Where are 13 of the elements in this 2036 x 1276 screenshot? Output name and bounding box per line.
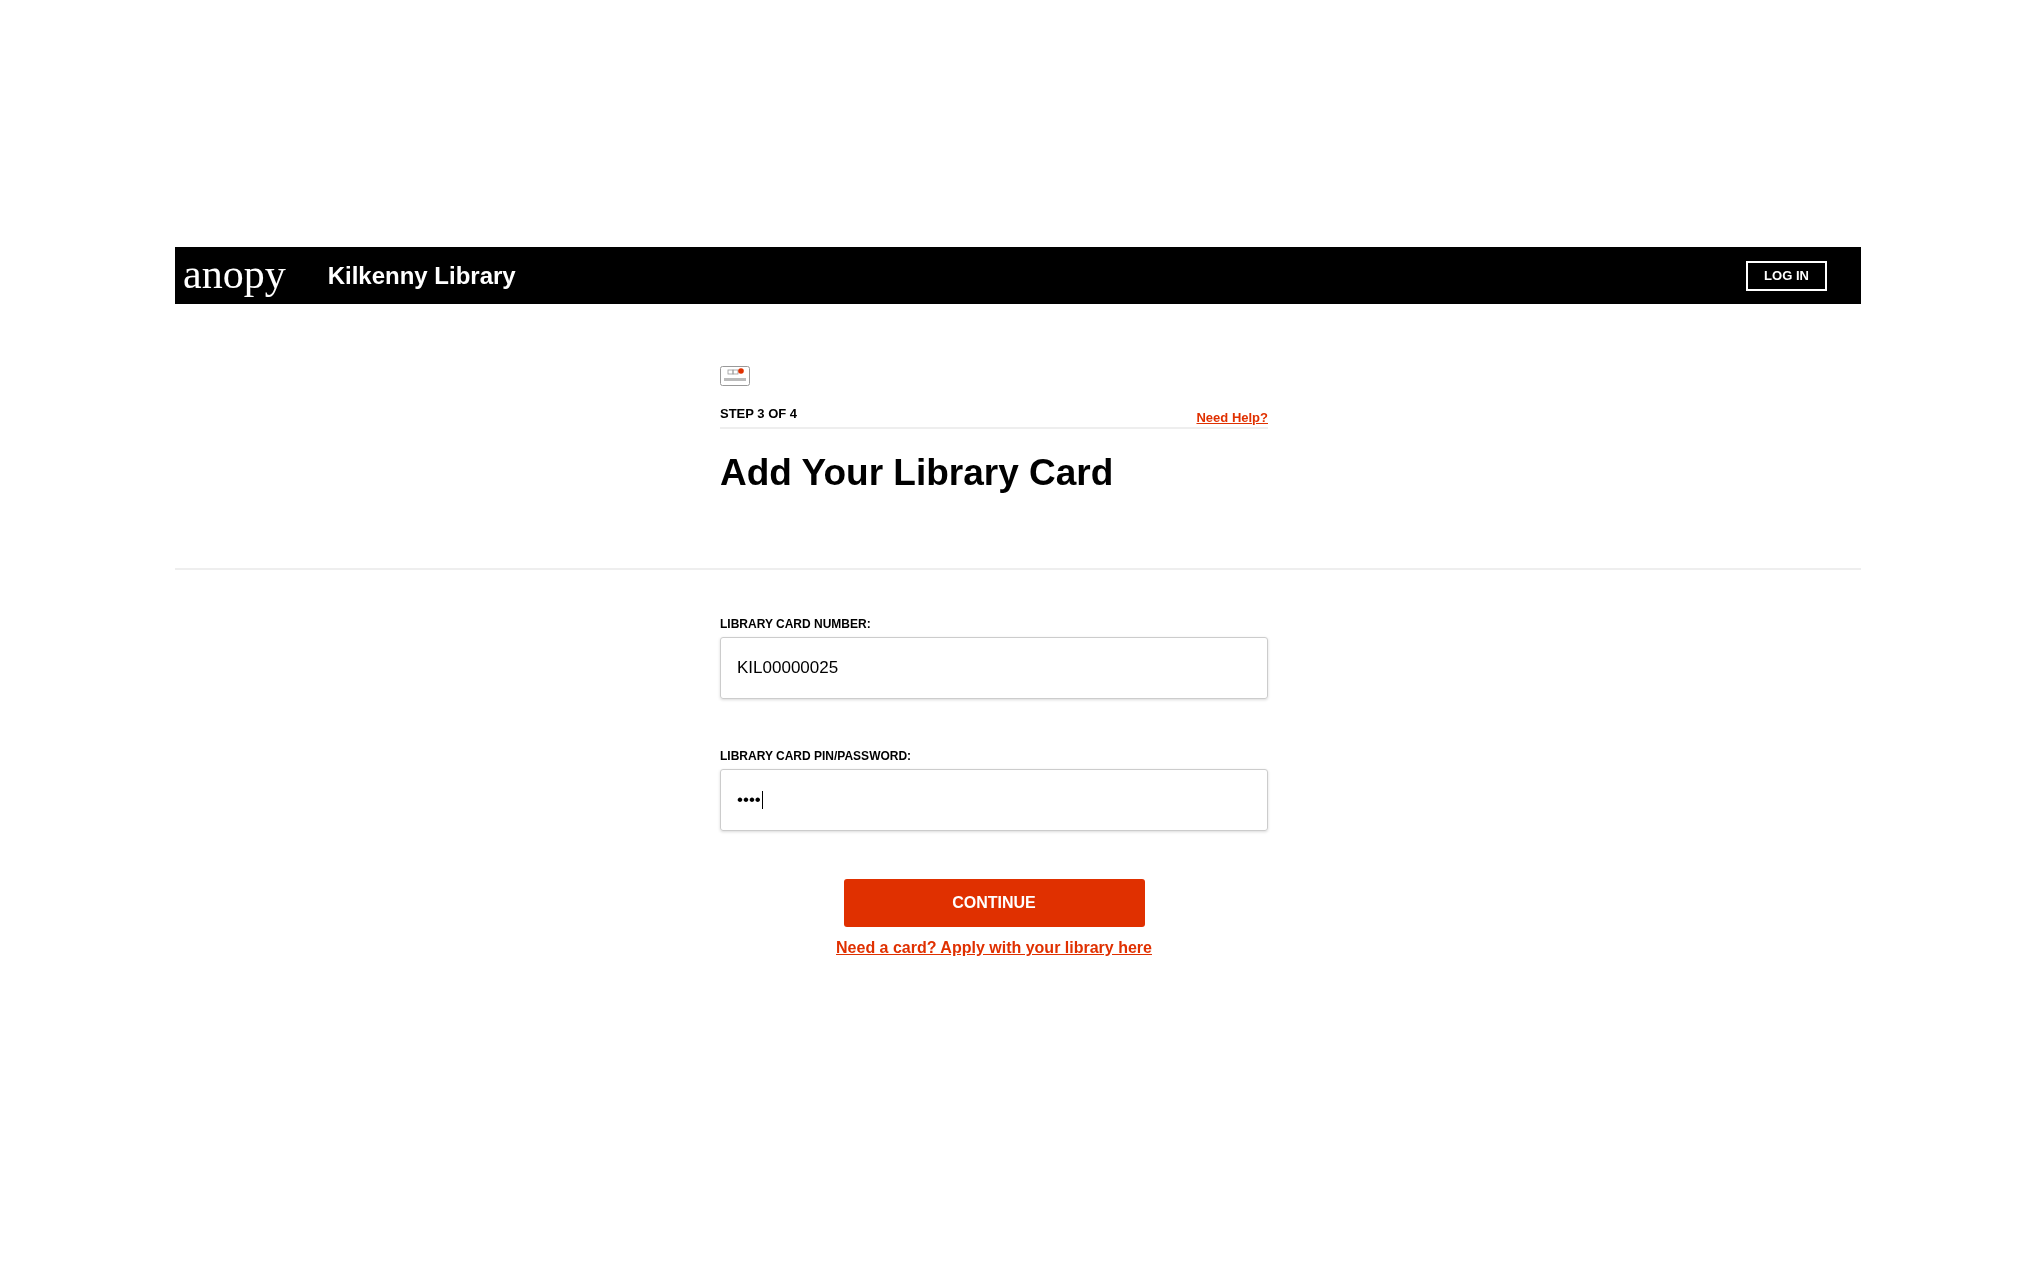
field-label: LIBRARY CARD PIN/PASSWORD: — [720, 748, 913, 763]
continue-button[interactable]: CONTINUE — [843, 878, 1145, 927]
logo[interactable]: anopy — [183, 252, 286, 295]
need-help-link[interactable]: Need Help? — [1196, 410, 1268, 425]
step-indicator: STEP 3 OF 4 — [720, 406, 798, 421]
field-label: LIBRARY CARD NUMBER: — [720, 616, 872, 631]
input-field[interactable]: •••• — [720, 768, 1268, 831]
input-field[interactable]: KIL00000025 — [720, 636, 1268, 699]
page-title: Add Your Library Card — [720, 451, 1115, 495]
login-button[interactable]: LOG IN — [1746, 260, 1827, 291]
library-card-icon — [720, 366, 750, 386]
library-name: Kilkenny Library — [327, 261, 516, 290]
apply-link[interactable]: Need a card? Apply with your library here — [836, 938, 1152, 957]
